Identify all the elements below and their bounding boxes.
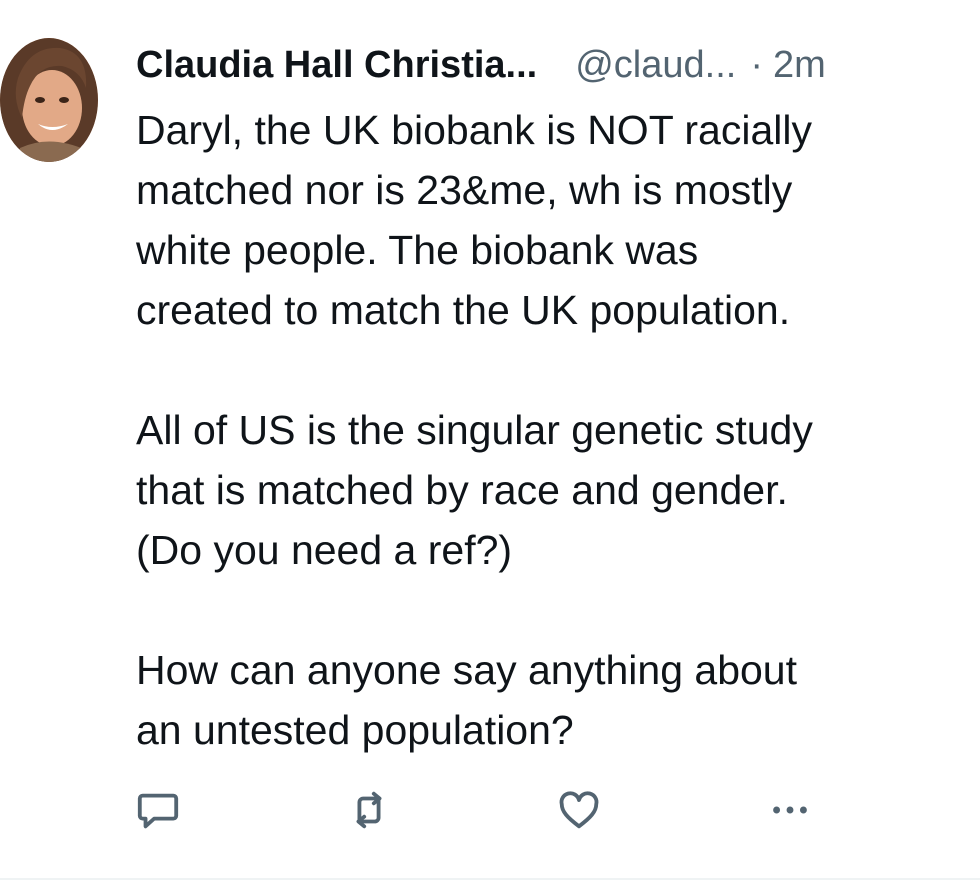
text-line: All of US is the singular genetic study [136, 407, 813, 453]
heart-icon [559, 791, 599, 829]
separator-dot: · [750, 43, 763, 86]
avatar-photo [0, 38, 98, 162]
reply-icon [137, 793, 179, 829]
text-line: Daryl, the UK biobank is NOT racially [136, 107, 812, 153]
divider [0, 878, 980, 880]
like-button[interactable] [551, 782, 607, 838]
action-bar [0, 782, 980, 842]
author-handle[interactable]: @claud... [575, 44, 736, 87]
text-line: (Do you need a ref?) [136, 527, 513, 573]
repost-button[interactable] [341, 782, 397, 838]
post-timestamp[interactable]: 2m [773, 44, 826, 87]
text-line: that is matched by race and gender. [136, 467, 788, 513]
repost-icon [356, 791, 382, 829]
paragraph-1: Daryl, the UK biobank is NOT racially ma… [136, 100, 956, 340]
author-name[interactable]: Claudia Hall Christia... [136, 44, 537, 87]
paragraph-3: How can anyone say anything about an unt… [136, 640, 956, 760]
text-line: an untested population? [136, 707, 574, 753]
post-header: Claudia Hall Christia... @claud... · 2m [136, 40, 826, 90]
avatar[interactable] [0, 38, 98, 162]
post-text: Daryl, the UK biobank is NOT racially ma… [136, 100, 956, 760]
paragraph-2: All of US is the singular genetic study … [136, 400, 956, 580]
text-line: white people. The biobank was [136, 227, 699, 273]
more-options-button[interactable] [762, 782, 818, 838]
reply-button[interactable] [130, 782, 186, 838]
text-line: created to match the UK population. [136, 287, 791, 333]
more-icon [773, 806, 807, 814]
text-line: matched nor is 23&me, wh is mostly [136, 167, 793, 213]
post[interactable]: Claudia Hall Christia... @claud... · 2m … [0, 0, 980, 880]
text-line: How can anyone say anything about [136, 647, 798, 693]
